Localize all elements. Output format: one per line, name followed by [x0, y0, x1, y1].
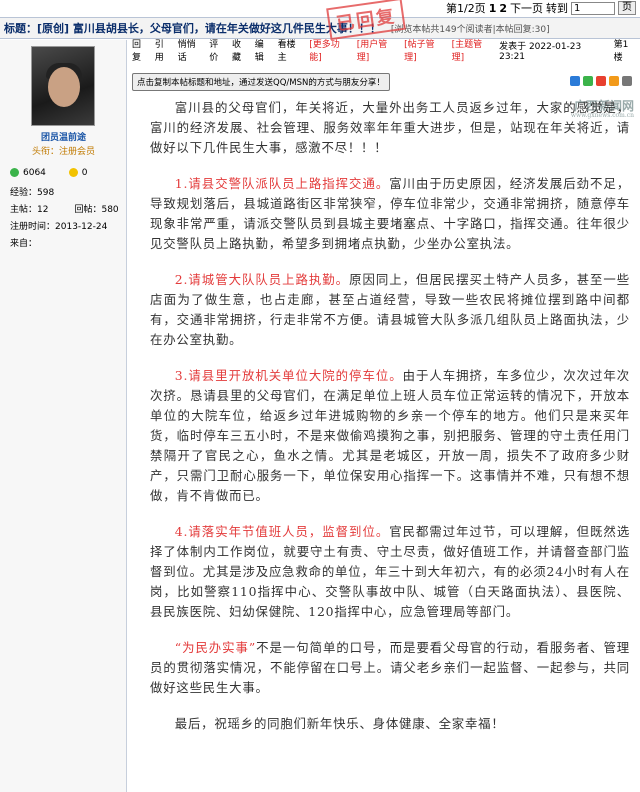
coins-value: 6064	[23, 168, 46, 178]
thread-title-bar: 标题：[原创] 富川县胡县长，父母官们，请在年关做好这几件民生大事！！！ [浏览…	[0, 17, 640, 39]
topic-mgmt-link[interactable]: [主题管理]	[452, 37, 494, 63]
green-coin-icon	[10, 168, 19, 177]
toolbar-pm[interactable]: 悄悄话	[178, 37, 205, 63]
paragraph-3: 3.请县里开放机关单位大院的停车位。由于人车拥挤，车多位少，次次过年次次挤。恳请…	[150, 368, 630, 503]
item-2-heading: 2.请城管大队队员上路执勤。	[174, 272, 350, 287]
toolbar-quote[interactable]: 引用	[155, 37, 173, 63]
item-1-heading: 1.请县交警队派队员上路指挥交通。	[174, 176, 390, 191]
toolbar-rate[interactable]: 评价	[209, 37, 227, 63]
exp-row: 经验：598	[10, 188, 55, 198]
post-area: 回复 引用 悄悄话 评价 收藏 编辑 看楼主 [更多功能] [用户管理] [帖子…	[128, 40, 640, 792]
toolbar-more[interactable]: [更多功能]	[309, 37, 351, 63]
user-mgmt-link[interactable]: [用户管理]	[357, 37, 399, 63]
gold-coin-icon	[68, 168, 78, 177]
share-qq-icon[interactable]	[570, 76, 580, 86]
share-weibo-icon[interactable]	[596, 76, 606, 86]
copy-share-button[interactable]: 点击复制本帖标题和地址，通过发送QQ/MSN的方式与朋友分享！	[132, 73, 390, 91]
goto-label: 转到	[546, 2, 568, 15]
replies-value: 580	[101, 205, 119, 215]
share-more-icon[interactable]	[622, 76, 632, 86]
post-toolbar: 回复 引用 悄悄话 评价 收藏 编辑 看楼主 [更多功能] [用户管理] [帖子…	[132, 40, 637, 63]
posts-row: 主帖：12 回帖：580	[10, 205, 119, 215]
paragraph-5: “为民办实事”不是一句简单的口号，而是要看父母官的行动，看服务者、管理员的贯彻落…	[150, 640, 630, 695]
goto-page-button[interactable]: 页	[618, 1, 636, 15]
toolbar-author-only[interactable]: 看楼主	[278, 37, 305, 63]
goto-page-input[interactable]	[571, 1, 615, 15]
item-4-heading: 4.请落实年节值班人员，监督到位。	[174, 524, 390, 539]
posts-value: 12	[37, 205, 49, 215]
share-icons	[570, 76, 632, 86]
gold-value: 0	[81, 168, 88, 178]
reg-row: 注册时间：2013-12-24	[10, 222, 108, 232]
user-sidebar: 团员温前途 头衔：注册会员 6064 0 经验：598 主帖：12 回帖：580 …	[0, 40, 127, 792]
share-qzone-icon[interactable]	[609, 76, 619, 86]
post-date: 发表于 2022-01-23 23:21	[499, 41, 582, 62]
share-wechat-icon[interactable]	[583, 76, 593, 86]
floor-number: 第1楼	[613, 40, 629, 63]
paragraph-intro: 富川县的父母官们，年关将近，大量外出务工人员返乡过年，大家的感觉是，富川的经济发…	[150, 100, 630, 155]
thread-meta: [浏览本帖共149个阅读者|本帖回复:30]	[390, 24, 550, 35]
exp-value: 598	[37, 188, 55, 198]
page-1-link[interactable]: 1	[489, 2, 497, 15]
toolbar-favorite[interactable]: 收藏	[232, 37, 250, 63]
thread-title: 标题：[原创] 富川县胡县长，父母官们，请在年关做好这几件民生大事！！！	[4, 22, 381, 35]
user-rank: 头衔：注册会员	[31, 147, 95, 157]
item-3-heading: 3.请县里开放机关单位大院的停车位。	[174, 368, 403, 383]
reg-value: 2013-12-24	[55, 222, 108, 232]
coins-row: 6064 0	[10, 168, 88, 178]
pager: 第1/2页 1 2 下一页 转到 页	[0, 0, 640, 16]
next-page-link[interactable]: 下一页	[510, 0, 543, 16]
paragraph-4: 4.请落实年节值班人员，监督到位。官民都需过年过节，可以理解，但既然选择了体制内…	[150, 524, 631, 619]
paragraph-2: 2.请城管大队队员上路执勤。原因同上，但居民摆买土特产人员多，甚至一些店面为了做…	[150, 272, 630, 347]
page-2-link[interactable]: 2	[499, 2, 507, 15]
from-row: 来自：	[10, 239, 38, 249]
avatar[interactable]	[31, 46, 95, 126]
post-mgmt-link[interactable]: [帖子管理]	[404, 37, 446, 63]
page-info: 第1/2页	[445, 2, 486, 15]
slogan: “为民办实事”	[174, 640, 257, 655]
user-name[interactable]: 团员温前途	[0, 130, 127, 143]
paragraph-1: 1.请县交警队派队员上路指挥交通。富川由于历史原因，经济发展后劲不足，导致规划落…	[150, 176, 631, 251]
paragraph-closing: 最后，祝瑶乡的同胞们新年快乐、身体健康、全家幸福！	[174, 716, 505, 731]
toolbar-reply[interactable]: 回复	[132, 37, 150, 63]
post-body: 富川县的父母官们，年关将近，大量外出务工人员返乡过年，大家的感觉是，富川的经济发…	[150, 98, 630, 750]
toolbar-edit[interactable]: 编辑	[255, 37, 273, 63]
